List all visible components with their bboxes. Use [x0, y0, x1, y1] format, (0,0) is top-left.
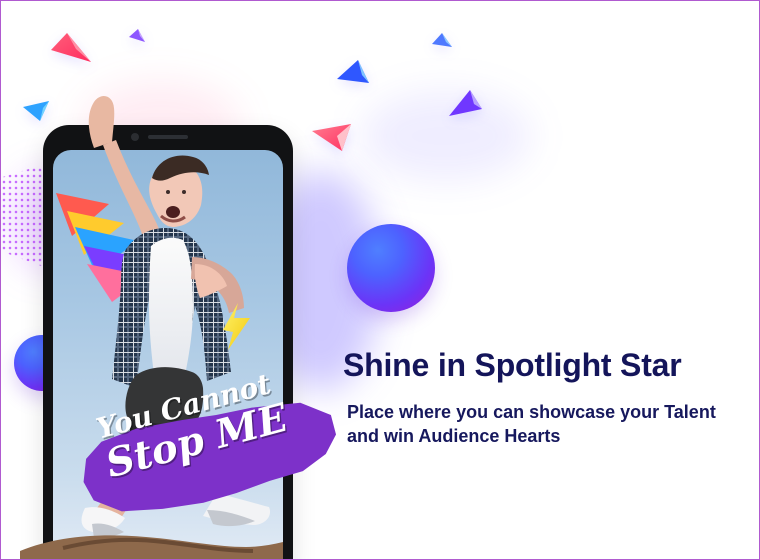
crystal-shard-icon [430, 32, 454, 50]
crystal-shard-icon [48, 31, 94, 65]
headline: Shine in Spotlight Star [343, 347, 682, 383]
description: Place where you can showcase your Talent… [347, 401, 716, 447]
large-gradient-orb [347, 224, 435, 312]
crystal-shard-icon [334, 58, 372, 86]
crystal-shard-icon [445, 88, 485, 120]
crystal-shard-icon [126, 28, 148, 44]
motivation-sticker: You Cannot Stop ME [81, 367, 336, 515]
promo-banner: You Cannot Stop ME Shine in Spotlight St… [0, 0, 760, 560]
promo-copy: Shine in Spotlight Star Place where you … [343, 347, 743, 448]
